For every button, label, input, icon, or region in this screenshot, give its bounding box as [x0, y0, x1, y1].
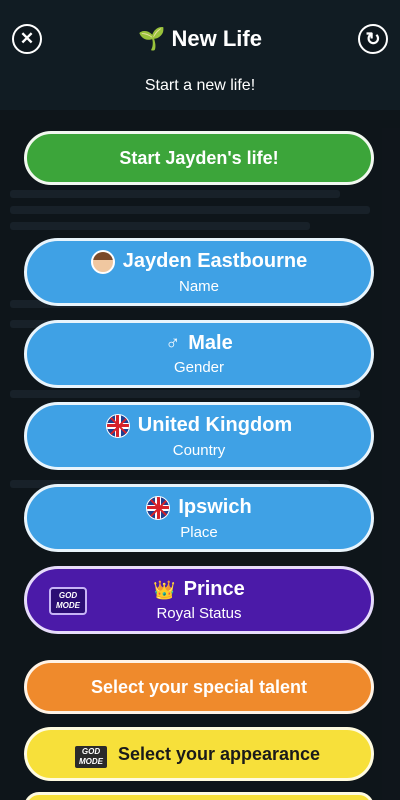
crown-icon: 👑 [153, 579, 176, 600]
place-selector[interactable]: Ipswich Place [24, 484, 374, 552]
new-life-screen: ✕ 🌱 New Life ↻ Start a new life! Start J… [0, 0, 400, 800]
page-title: New Life [171, 26, 262, 51]
uk-flag-icon [105, 413, 130, 438]
god-mode-badge-line2: MODE [79, 757, 103, 766]
next-button-partial[interactable] [24, 792, 374, 800]
appearance-label: Select your appearance [117, 743, 321, 764]
god-mode-badge-line2: MODE [56, 601, 80, 610]
name-label: Name [178, 277, 219, 295]
start-life-button[interactable]: Start Jayden's life! [24, 131, 374, 185]
appearance-button[interactable]: GOD MODE Select your appearance [24, 727, 374, 781]
start-life-label: Start Jayden's life! [119, 147, 279, 168]
royal-status-selector[interactable]: GOD MODE 👑 Prince Royal Status [24, 566, 374, 634]
gender-selector[interactable]: ♂ Male Gender [24, 320, 374, 388]
country-label: Country [172, 441, 226, 459]
royal-status-value: Prince [183, 578, 245, 600]
special-talent-button[interactable]: Select your special talent [24, 660, 374, 714]
male-symbol-icon: ♂ [165, 332, 181, 354]
god-mode-badge-icon: GOD MODE [49, 587, 87, 615]
special-talent-label: Select your special talent [90, 676, 308, 697]
place-value: Ipswich [178, 496, 252, 518]
refresh-button[interactable]: ↻ [358, 24, 388, 54]
god-mode-badge-line1: GOD [58, 591, 78, 600]
page-subtitle: Start a new life! [144, 77, 256, 94]
title-group: 🌱 New Life [0, 26, 400, 52]
avatar-icon [90, 249, 115, 274]
god-mode-badge-line1: GOD [81, 747, 101, 756]
name-selector[interactable]: Jayden Eastbourne Name [24, 238, 374, 306]
name-value: Jayden Eastbourne [122, 250, 308, 272]
refresh-icon: ↻ [365, 28, 381, 49]
gender-value: Male [188, 332, 233, 354]
place-label: Place [180, 523, 218, 541]
uk-flag-icon [146, 495, 171, 520]
god-mode-badge-icon: GOD MODE [73, 744, 109, 770]
country-value: United Kingdom [137, 414, 293, 436]
country-selector[interactable]: United Kingdom Country [24, 402, 374, 470]
modal-header: ✕ 🌱 New Life ↻ Start a new life! [0, 0, 400, 100]
sprout-icon: 🌱 [138, 26, 166, 51]
gender-label: Gender [173, 359, 225, 376]
royal-status-label: Royal Status [156, 605, 242, 622]
